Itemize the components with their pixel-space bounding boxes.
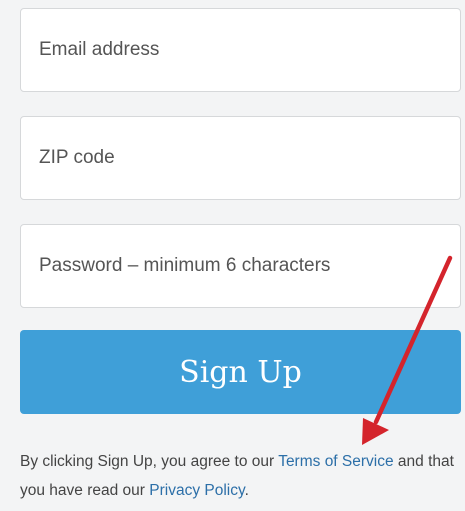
- privacy-policy-link[interactable]: Privacy Policy: [149, 482, 244, 499]
- terms-of-service-link[interactable]: Terms of Service: [278, 453, 393, 470]
- password-field[interactable]: [20, 224, 461, 308]
- legal-notice: By clicking Sign Up, you agree to our Te…: [20, 447, 460, 505]
- email-field[interactable]: [20, 8, 461, 92]
- legal-prefix-text: By clicking Sign Up, you agree to our: [20, 453, 279, 470]
- signup-form: Sign Up By clicking Sign Up, you agree t…: [0, 0, 465, 511]
- legal-suffix-text: .: [244, 482, 249, 499]
- sign-up-button[interactable]: Sign Up: [20, 330, 461, 414]
- zip-code-field[interactable]: [20, 116, 461, 200]
